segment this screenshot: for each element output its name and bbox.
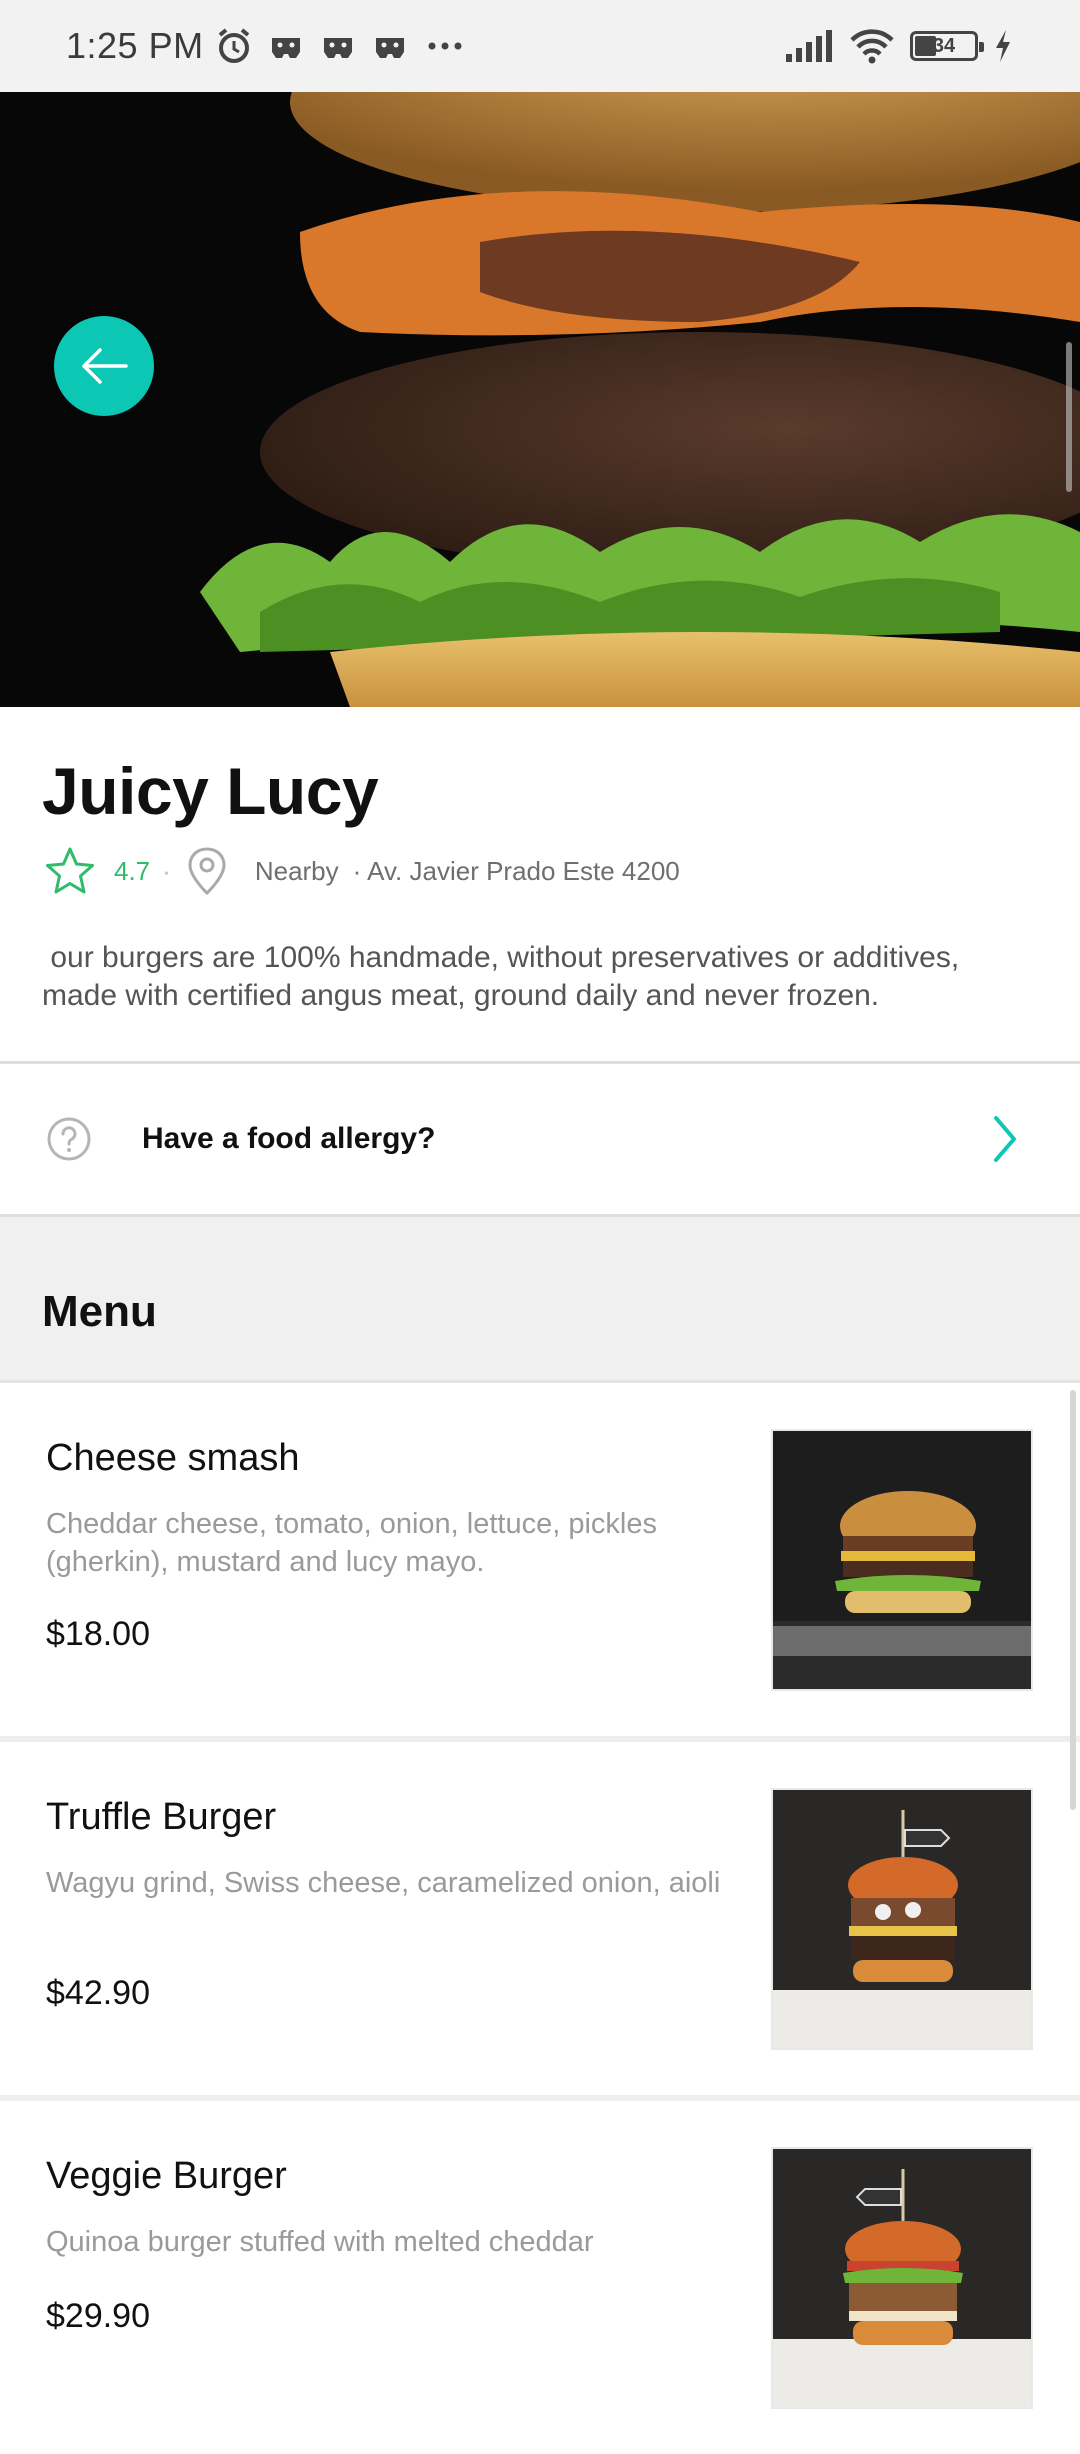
signal-icon <box>786 30 832 62</box>
burger-photo <box>0 92 1080 707</box>
menu-item-truffle-burger[interactable]: Truffle Burger Wagyu grind, Swiss cheese… <box>0 1742 1080 2095</box>
status-bar: 1:25 PM 34 <box>0 0 1080 92</box>
menu-item-image <box>771 2147 1033 2409</box>
menu-item-name: Veggie Burger <box>46 2155 287 2197</box>
location-pin-icon <box>188 847 226 896</box>
menu-item-price: $29.90 <box>46 2297 150 2335</box>
back-button[interactable] <box>54 316 154 416</box>
restaurant-info: Juicy Lucy 4.7 · Nearby · Av. Javier Pra… <box>0 707 1080 1061</box>
game-controller-icon <box>271 38 300 58</box>
charging-icon <box>996 30 1010 62</box>
menu-header: Menu <box>0 1217 1080 1380</box>
menu-item-price: $18.00 <box>46 1615 150 1653</box>
rating-separator: · <box>162 855 171 886</box>
menu-item-image <box>771 1429 1033 1691</box>
menu-title: Menu <box>42 1287 157 1336</box>
food-allergy-row[interactable]: Have a food allergy? <box>0 1064 1080 1214</box>
menu-item-price: $42.90 <box>46 1974 150 2012</box>
help-circle-icon <box>47 1117 91 1161</box>
battery-icon: 34 <box>910 31 984 61</box>
distance-label: Nearby <box>254 855 339 886</box>
food-allergy-label: Have a food allergy? <box>142 1122 436 1155</box>
menu-item-name: Cheese smash <box>46 1437 300 1479</box>
alarm-icon <box>218 28 249 63</box>
game-controller-icon <box>323 38 352 58</box>
restaurant-meta: 4.7 · Nearby · Av. Javier Prado Este 420… <box>44 845 686 897</box>
menu-item-description: Quinoa burger stuffed with melted chedda… <box>46 2226 594 2258</box>
menu-item-veggie-burger[interactable]: Veggie Burger Quinoa burger stuffed with… <box>0 2101 1080 2454</box>
restaurant-description: our burgers are 100% handmade, without p… <box>42 941 960 1012</box>
status-left-icons <box>214 26 468 66</box>
menu-item-description: Cheddar cheese, tomato, onion, lettuce, … <box>46 1508 657 1578</box>
menu-item-name: Truffle Burger <box>46 1796 277 1838</box>
scrollbar[interactable] <box>1066 342 1072 492</box>
rating-value: 4.7 <box>114 855 151 886</box>
battery-level: 34 <box>932 34 956 57</box>
menu-item-image <box>771 1788 1033 2050</box>
menu-item-description: Wagyu grind, Swiss cheese, caramelized o… <box>46 1867 721 1899</box>
arrow-left-icon <box>82 348 128 384</box>
status-time: 1:25 PM <box>66 25 204 66</box>
wifi-icon <box>850 29 894 64</box>
address: · Av. Javier Prado Este 4200 <box>352 855 680 886</box>
game-controller-icon <box>375 38 404 58</box>
menu-item-cheese-smash[interactable]: Cheese smash Cheddar cheese, tomato, oni… <box>0 1383 1080 1736</box>
more-icon <box>428 42 462 50</box>
scrollbar[interactable] <box>1070 1390 1076 1810</box>
star-icon <box>46 847 94 894</box>
status-right-icons: 34 <box>784 26 1014 66</box>
restaurant-name: Juicy Lucy <box>42 754 379 828</box>
chevron-right-icon <box>994 1116 1016 1162</box>
hero-image <box>0 92 1080 707</box>
